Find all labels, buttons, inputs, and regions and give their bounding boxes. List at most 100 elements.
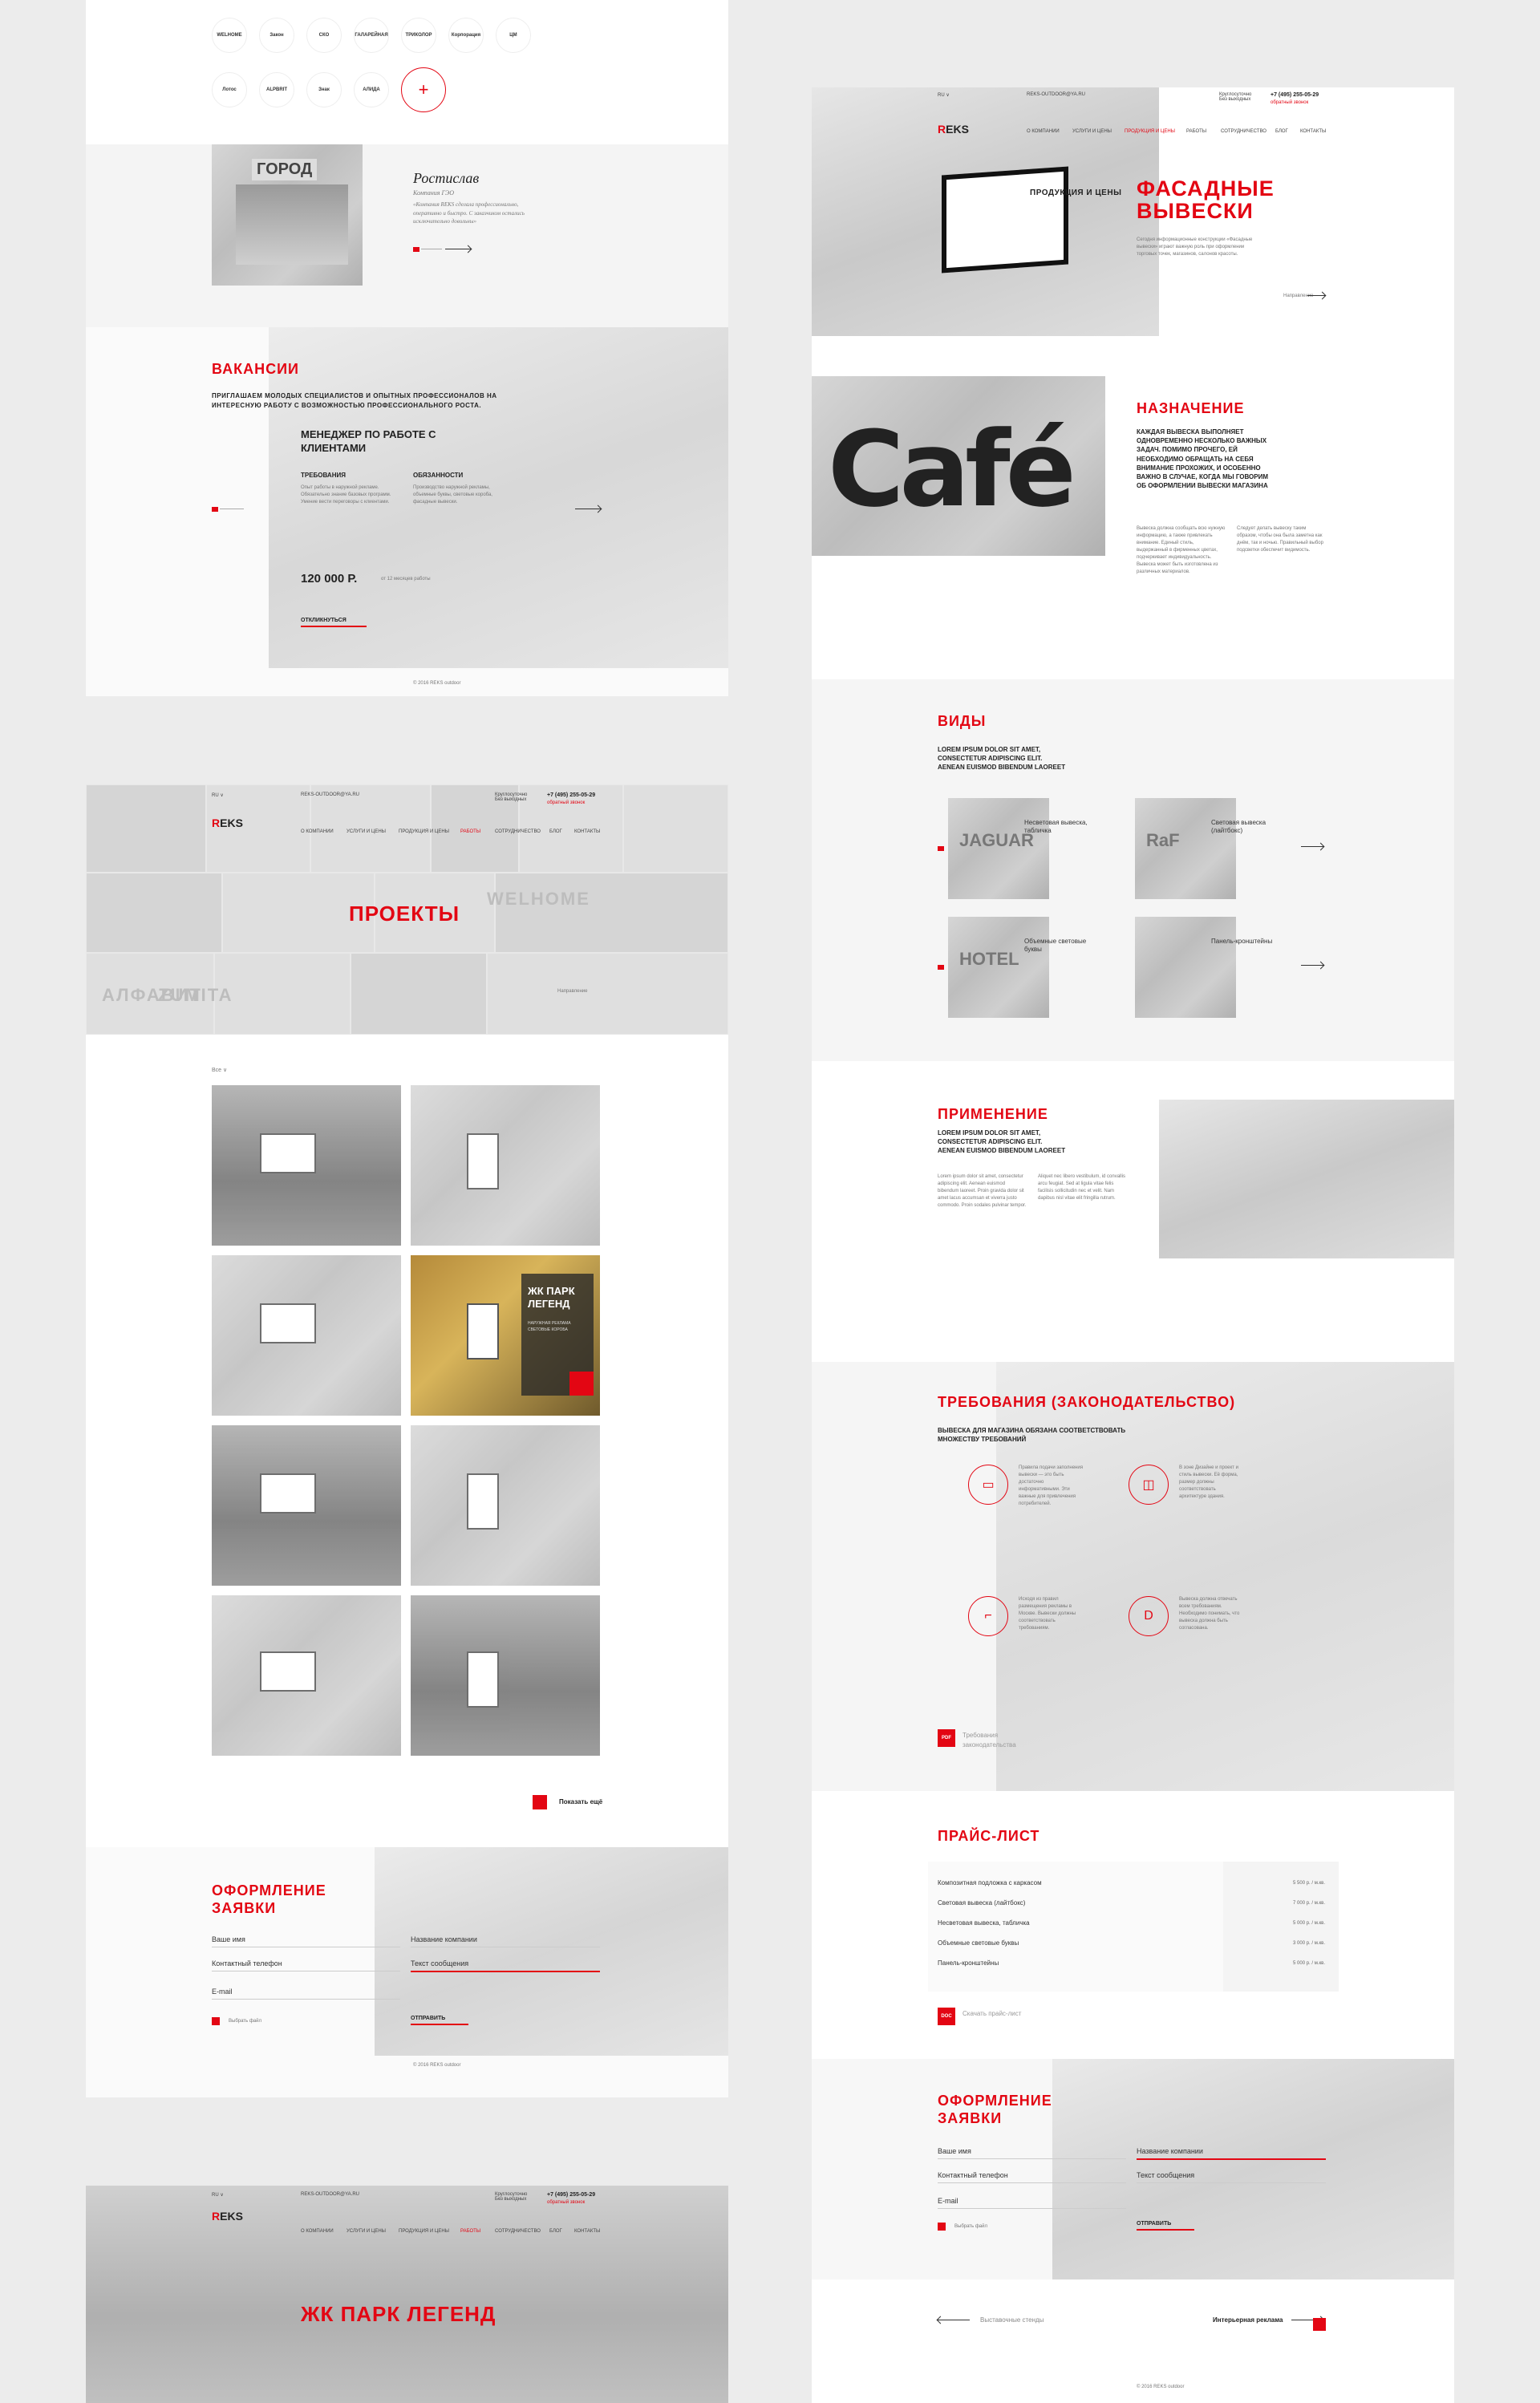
attach-left[interactable]: Выбрать файл [229, 2018, 261, 2025]
kind-thumbnail[interactable]: RaF [1135, 798, 1236, 899]
slider-prev[interactable] [413, 247, 419, 252]
nav-item-about-r[interactable]: О КОМПАНИИ [1027, 129, 1060, 134]
show-more-icon[interactable] [533, 1795, 547, 1809]
nav-item-partners[interactable]: СОТРУДНИЧЕСТВО [495, 829, 541, 834]
kind-label[interactable]: Световая вывеска (лайтбокс) [1211, 819, 1287, 836]
nav-item-partners-r[interactable]: СОТРУДНИЧЕСТВО [1221, 129, 1266, 134]
hero-arrow[interactable] [1307, 295, 1325, 296]
project-thumbnail[interactable] [411, 1595, 600, 1756]
kind-arrow[interactable] [1301, 846, 1323, 847]
company-field-right[interactable]: Название компании [1137, 2147, 1203, 2155]
project-thumbnail[interactable] [411, 1425, 600, 1586]
nav-item-contacts[interactable]: КОНТАКТЫ [574, 829, 600, 834]
nav-item-products-park[interactable]: ПРОДУКЦИЯ И ЦЕНЫ [399, 2229, 449, 2234]
pdf-icon[interactable]: PDF [938, 1729, 955, 1747]
reks-logo[interactable]: REKS [212, 817, 243, 829]
nav-item-contacts-r[interactable]: КОНТАКТЫ [1300, 129, 1326, 134]
kind-label[interactable]: Объемные световые буквы [1024, 938, 1100, 954]
kind-label[interactable]: Панель-кронштейны [1211, 938, 1287, 946]
photo-sign: ГОРОД [252, 159, 318, 180]
project-thumbnail[interactable] [212, 1255, 401, 1416]
email-field-right[interactable]: E-mail [938, 2197, 958, 2205]
kind-thumbnail[interactable] [1135, 917, 1236, 1018]
apply-button[interactable]: ОТКЛИКНУТЬСЯ [301, 618, 346, 623]
phone-park[interactable]: +7 (495) 255-05-29 [547, 2192, 595, 2198]
copyright-1: © 2016 REKS outdoor [413, 681, 461, 686]
callback-park[interactable]: обратный звонок [547, 2200, 585, 2205]
kind-arrow[interactable] [1301, 965, 1323, 966]
submit-left[interactable]: ОТПРАВИТЬ [411, 2016, 445, 2021]
project-thumbnail[interactable] [212, 1425, 401, 1586]
project-thumbnail[interactable] [212, 1595, 401, 1756]
site-email-r[interactable]: REKS-OUTDOOR@YA.RU [1027, 92, 1085, 97]
reks-logo-park[interactable]: REKS [212, 2210, 243, 2223]
vac-prev[interactable] [212, 507, 218, 512]
attach-right[interactable]: Выбрать файл [954, 2223, 987, 2231]
callback[interactable]: обратный звонок [547, 800, 585, 805]
nav-item-about-park[interactable]: О КОМПАНИИ [301, 2229, 334, 2234]
nav-item-services-r[interactable]: УСЛУГИ И ЦЕНЫ [1072, 129, 1112, 134]
nav-item-blog-r[interactable]: БЛОГ [1275, 129, 1288, 134]
nav-item-about[interactable]: О КОМПАНИИ [301, 829, 334, 834]
add-partner-button[interactable]: + [401, 67, 446, 112]
nav-item-services[interactable]: УСЛУГИ И ЦЕНЫ [346, 829, 386, 834]
kind-thumbnail[interactable]: HOTEL [948, 917, 1049, 1018]
mosaic-brand-word: ZUMITA [158, 985, 233, 1005]
nav-item-products-r[interactable]: ПРОДУКЦИЯ И ЦЕНЫ [1125, 129, 1175, 134]
testimonial-photo: ГОРОД [212, 144, 363, 286]
nav-item-blog[interactable]: БЛОГ [549, 829, 562, 834]
price-item-value: 5 000 р. / м.кв. [1293, 1961, 1325, 1966]
message-underline [411, 1971, 600, 1972]
lang-select[interactable]: RU ∨ [212, 792, 224, 798]
show-more-button[interactable]: Показать ещё [559, 1798, 602, 1805]
site-email[interactable]: REKS-OUTDOOR@YA.RU [301, 792, 359, 797]
callback-r[interactable]: обратный звонок [1270, 100, 1308, 105]
phone[interactable]: +7 (495) 255-05-29 [547, 792, 595, 798]
projects-filter[interactable]: Все ∨ [212, 1067, 227, 1076]
message-field-left[interactable]: Текст сообщения [411, 1959, 468, 1967]
kind-label[interactable]: Несветовая вывеска, табличка [1024, 819, 1100, 836]
nav-item-contacts-park[interactable]: КОНТАКТЫ [574, 2229, 600, 2234]
form-section-left: ОФОРМЛЕНИЕ ЗАЯВКИ Ваше имя Название комп… [86, 1847, 728, 2097]
site-email-park[interactable]: REKS-OUTDOOR@YA.RU [301, 2192, 359, 2197]
reks-logo-r[interactable]: REKS [938, 123, 969, 136]
prev-link[interactable]: Выставочные стенды [980, 2316, 1044, 2324]
hero-link[interactable]: Направление [1283, 293, 1313, 300]
nav-item-blog-park[interactable]: БЛОГ [549, 2229, 562, 2234]
law-title: ТРЕБОВАНИЯ (ЗАКОНОДАТЕЛЬСТВО) [938, 1394, 1236, 1410]
name-field-right[interactable]: Ваше имя [938, 2147, 971, 2155]
form-title-left: ОФОРМЛЕНИЕ ЗАЯВКИ [212, 1882, 326, 1916]
project-thumbnail[interactable] [212, 1085, 401, 1246]
billboard-blank [467, 1303, 499, 1360]
building-shape [236, 184, 348, 265]
doc-icon[interactable]: DOC [938, 2008, 955, 2025]
nav-item-services-park[interactable]: УСЛУГИ И ЦЕНЫ [346, 2229, 386, 2234]
phone-field-right[interactable]: Контактный телефон [938, 2171, 1008, 2179]
nav-item-works-r[interactable]: РАБОТЫ [1186, 129, 1206, 134]
message-field-right[interactable]: Текст сообщения [1137, 2171, 1194, 2179]
nav-item-products[interactable]: ПРОДУКЦИЯ И ЦЕНЫ [399, 829, 449, 834]
pdf-link[interactable]: Требования законодательства [962, 1731, 1051, 1750]
next-link[interactable]: Интерьерная реклама [1213, 2316, 1283, 2324]
attach-icon-left[interactable] [212, 2017, 220, 2025]
phone-r[interactable]: +7 (495) 255-05-29 [1270, 92, 1319, 98]
nav-item-partners-park[interactable]: СОТРУДНИЧЕСТВО [495, 2229, 541, 2234]
phone-field-left[interactable]: Контактный телефон [212, 1959, 282, 1967]
email-field-left[interactable]: E-mail [212, 1988, 233, 1996]
name-field-left[interactable]: Ваше имя [212, 1935, 245, 1943]
lang-select-park[interactable]: RU ∨ [212, 2192, 224, 2198]
attach-icon-right[interactable] [938, 2223, 946, 2231]
featured-card[interactable]: ЖК ПАРК ЛЕГЕНД НАРУЖНАЯ РЕКЛАМА СВЕТОВЫЕ… [521, 1274, 594, 1396]
submit-right[interactable]: ОТПРАВИТЬ [1137, 2221, 1171, 2227]
nav-item-works-park[interactable]: РАБОТЫ [460, 2229, 480, 2234]
doc-link[interactable]: Скачать прайс-лист [962, 2009, 1027, 2019]
company-field-left[interactable]: Название компании [411, 1935, 477, 1943]
lang-select-r[interactable]: RU ∨ [938, 92, 950, 98]
kind-thumbnail[interactable]: JAGUAR [948, 798, 1049, 899]
project-thumbnail[interactable] [411, 1085, 600, 1246]
submit-underline-left [411, 2024, 468, 2025]
projects-next-label[interactable]: Направление [557, 988, 587, 995]
next-red-square[interactable] [1313, 2318, 1326, 2331]
featured-card-arrow[interactable] [569, 1372, 594, 1396]
nav-item-works[interactable]: РАБОТЫ [460, 829, 480, 834]
